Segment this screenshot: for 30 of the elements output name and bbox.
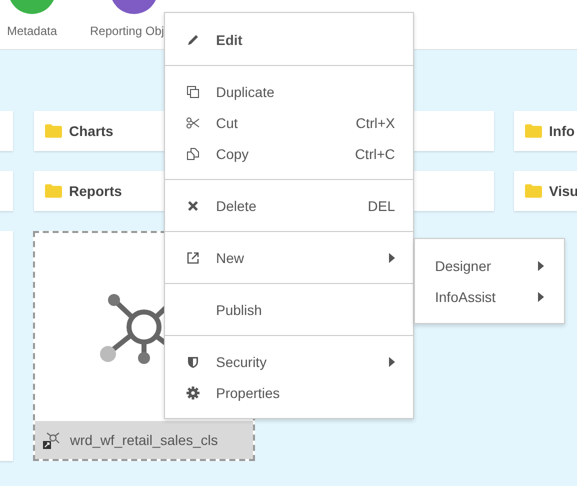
shortcut-label: DEL	[368, 198, 395, 214]
menu-item[interactable]: InfoAssist	[415, 281, 564, 312]
item-name: wrd_wf_retail_sales_cls	[70, 432, 218, 448]
external-link-icon	[186, 250, 200, 264]
scissors-icon	[186, 116, 200, 130]
folder-icon	[45, 124, 62, 138]
menu-item[interactable]: Duplicate	[165, 76, 413, 107]
pencil-icon	[186, 32, 200, 46]
settings-icon	[186, 386, 200, 400]
menu-item[interactable]: Designer	[415, 250, 564, 281]
shield-icon	[186, 354, 200, 368]
folder-icon	[525, 184, 542, 198]
folder-card[interactable]: Info	[514, 111, 577, 151]
shortcut-label: Ctrl+X	[356, 114, 395, 130]
folder-name: Reports	[69, 183, 122, 199]
network-shortcut-icon	[42, 430, 62, 450]
shortcut-label: Ctrl+C	[354, 146, 395, 162]
menu-item[interactable]: Copy Ctrl+C	[165, 138, 413, 169]
folder-name: Charts	[69, 123, 114, 139]
category-label[interactable]: Reporting Obj	[90, 24, 164, 38]
duplicate-icon	[186, 84, 200, 98]
category-label[interactable]: Metadata	[6, 24, 58, 38]
folder-icon	[525, 124, 542, 138]
menu-item[interactable]: Edit	[165, 24, 413, 55]
copy-icon	[186, 146, 200, 160]
folder-icon	[45, 184, 62, 198]
menu-item[interactable]: Cut Ctrl+X	[165, 107, 413, 138]
close-icon	[186, 198, 200, 212]
menu-item[interactable]: Delete DEL	[165, 190, 413, 221]
folder-name: Info	[549, 123, 575, 139]
